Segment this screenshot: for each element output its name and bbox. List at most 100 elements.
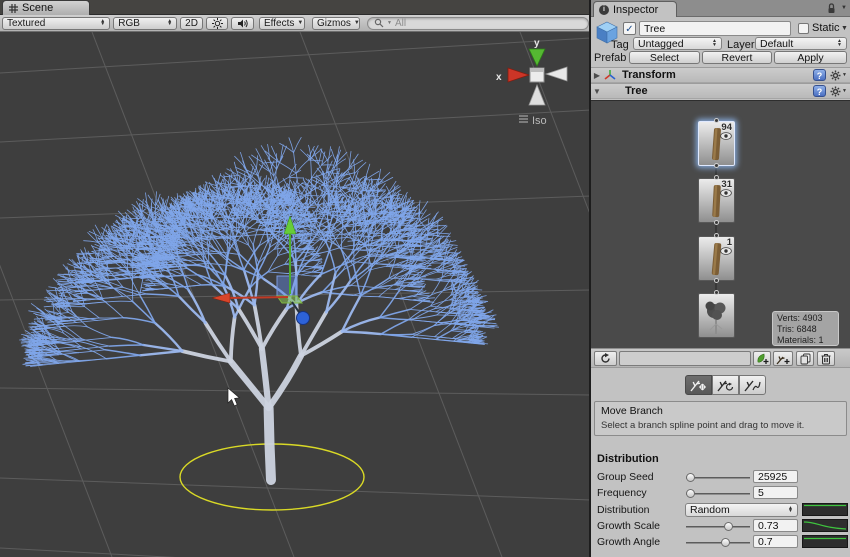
audio-toggle-button[interactable] (231, 17, 254, 30)
frequency-slider-track[interactable] (686, 493, 750, 495)
tab-scene[interactable]: Scene (2, 0, 90, 15)
static-dropdown-arrow-icon[interactable]: ▼ (841, 25, 848, 32)
node-connector-dot[interactable] (714, 175, 719, 180)
growth-angle-slider-track[interactable] (686, 542, 750, 544)
view-gizmo-x-cone[interactable] (508, 68, 529, 82)
add-branch-group-button[interactable] (773, 351, 793, 366)
group-seed-value-field[interactable]: 25925 (753, 470, 798, 483)
move-branch-icon (690, 378, 707, 392)
view-gizmo-bottom-cone[interactable] (529, 85, 545, 105)
distribution-value: Random (690, 504, 730, 516)
node-connector-dot[interactable] (714, 278, 719, 283)
gizmo-x-axis[interactable] (228, 297, 288, 298)
transform-component-header[interactable]: ▶ Transform ? ▼ (591, 67, 850, 83)
component-menu-button[interactable]: ▼ (830, 86, 847, 97)
gizmo-center-handle[interactable] (277, 276, 297, 296)
help-icon[interactable]: ? (813, 85, 826, 97)
frequency-slider-knob[interactable] (686, 489, 695, 498)
refresh-button[interactable] (594, 351, 617, 366)
prefab-select-button[interactable]: Select (629, 51, 700, 64)
refresh-icon (600, 353, 611, 364)
gizmo-x-arrowhead (212, 293, 230, 303)
foldout-expanded-icon[interactable]: ▼ (591, 87, 603, 96)
static-label: Static (812, 22, 840, 34)
scene-viewport[interactable]: y x Iso (0, 32, 591, 557)
node-connector-dot[interactable] (714, 290, 719, 295)
search-text: All (395, 18, 406, 29)
effects-dropdown[interactable]: Effects ▼ (259, 17, 305, 30)
delete-node-button[interactable] (817, 351, 835, 366)
move-branch-tool-button[interactable] (685, 375, 712, 395)
prefab-revert-button[interactable]: Revert (702, 51, 772, 64)
toolbar-spacer-field (619, 351, 751, 366)
render-mode-dropdown[interactable]: Textured ▲▼ (2, 17, 110, 30)
branch-group-node-1[interactable]: 94 (698, 121, 735, 166)
component-menu-button[interactable]: ▼ (830, 70, 847, 81)
view-gizmo-right-cone[interactable] (546, 67, 567, 81)
free-hand-tool-button[interactable] (739, 375, 766, 395)
growth-scale-slider-knob[interactable] (724, 522, 733, 531)
growth-scale-slider-track[interactable] (686, 526, 750, 528)
tree-model[interactable] (20, 137, 499, 480)
effects-label: Effects (264, 18, 294, 29)
layer-dropdown[interactable]: Default ▲▼ (755, 37, 847, 50)
group-seed-slider-track[interactable] (686, 477, 750, 479)
color-mode-dropdown[interactable]: RGB ▲▼ (113, 17, 177, 30)
prefab-apply-label: Apply (797, 52, 823, 64)
tag-label: Tag (611, 39, 629, 51)
visibility-eye-icon[interactable] (720, 189, 732, 197)
lighting-toggle-button[interactable] (206, 17, 229, 30)
inspector-panel: i Inspector ▼ ✓ Tree Static ▼ Tag Untagg… (591, 0, 850, 557)
node-connector-dot[interactable] (714, 118, 719, 123)
gizmos-dropdown[interactable]: Gizmos ▼ (312, 17, 360, 30)
help-icon[interactable]: ? (813, 69, 826, 81)
free-hand-icon (744, 378, 761, 392)
search-filter-arrow-icon: ▼ (387, 20, 392, 26)
prefab-select-label: Select (650, 52, 679, 64)
scene-search-input[interactable]: ▼ All (367, 17, 589, 30)
duplicate-icon (800, 353, 811, 365)
layer-value: Default (760, 38, 793, 50)
chevron-down-icon: ▼ (354, 20, 360, 26)
growth-scale-value-field[interactable]: 0.73 (753, 519, 798, 532)
inspector-menu-arrow-icon[interactable]: ▼ (841, 5, 847, 11)
tree-root-node[interactable] (698, 293, 735, 338)
gameobject-name-input[interactable]: Tree (639, 21, 791, 36)
growth-angle-curve-field[interactable] (802, 535, 848, 548)
2d-toggle-button[interactable]: 2D (180, 17, 203, 30)
visibility-eye-icon[interactable] (720, 132, 732, 140)
rotate-branch-tool-button[interactable] (712, 375, 739, 395)
node-connector-dot[interactable] (714, 233, 719, 238)
growth-angle-value: 0.7 (758, 536, 773, 548)
tab-inspector[interactable]: i Inspector (593, 1, 677, 17)
gizmo-y-label: y (534, 38, 540, 49)
growth-scale-value: 0.73 (758, 520, 778, 532)
growth-angle-slider-knob[interactable] (721, 538, 730, 547)
distribution-dropdown[interactable]: Random ▲▼ (685, 503, 798, 517)
distribution-curve-field[interactable] (802, 503, 848, 516)
leaf-plus-icon (756, 353, 769, 365)
branch-group-node-3[interactable]: 1 (698, 236, 735, 281)
projection-label[interactable]: Iso (532, 115, 547, 127)
active-checkbox[interactable]: ✓ (623, 22, 636, 35)
lock-icon[interactable] (827, 3, 836, 14)
view-gizmo-y-cone[interactable] (529, 49, 545, 66)
branch-group-node-2[interactable]: 31 (698, 178, 735, 223)
node-connector-dot[interactable] (714, 220, 719, 225)
tree-component-header[interactable]: ▼ Tree ? ▼ (591, 83, 850, 99)
frequency-value-field[interactable]: 5 (753, 486, 798, 499)
add-leaf-group-button[interactable] (753, 351, 771, 366)
visibility-eye-icon[interactable] (720, 247, 732, 255)
node-connector-dot[interactable] (714, 163, 719, 168)
tag-dropdown[interactable]: Untagged ▲▼ (633, 37, 722, 50)
static-checkbox[interactable] (798, 23, 809, 34)
foldout-collapsed-icon[interactable]: ▶ (591, 71, 603, 80)
group-seed-slider-knob[interactable] (686, 473, 695, 482)
tree-node-graph[interactable]: 94 31 (591, 100, 850, 348)
prefab-apply-button[interactable]: Apply (774, 51, 847, 64)
gizmo-z-knob[interactable] (297, 312, 310, 325)
duplicate-node-button[interactable] (796, 351, 814, 366)
growth-scale-curve-field[interactable] (802, 519, 848, 532)
distribution-label: Distribution (597, 504, 650, 516)
growth-angle-value-field[interactable]: 0.7 (753, 535, 798, 548)
